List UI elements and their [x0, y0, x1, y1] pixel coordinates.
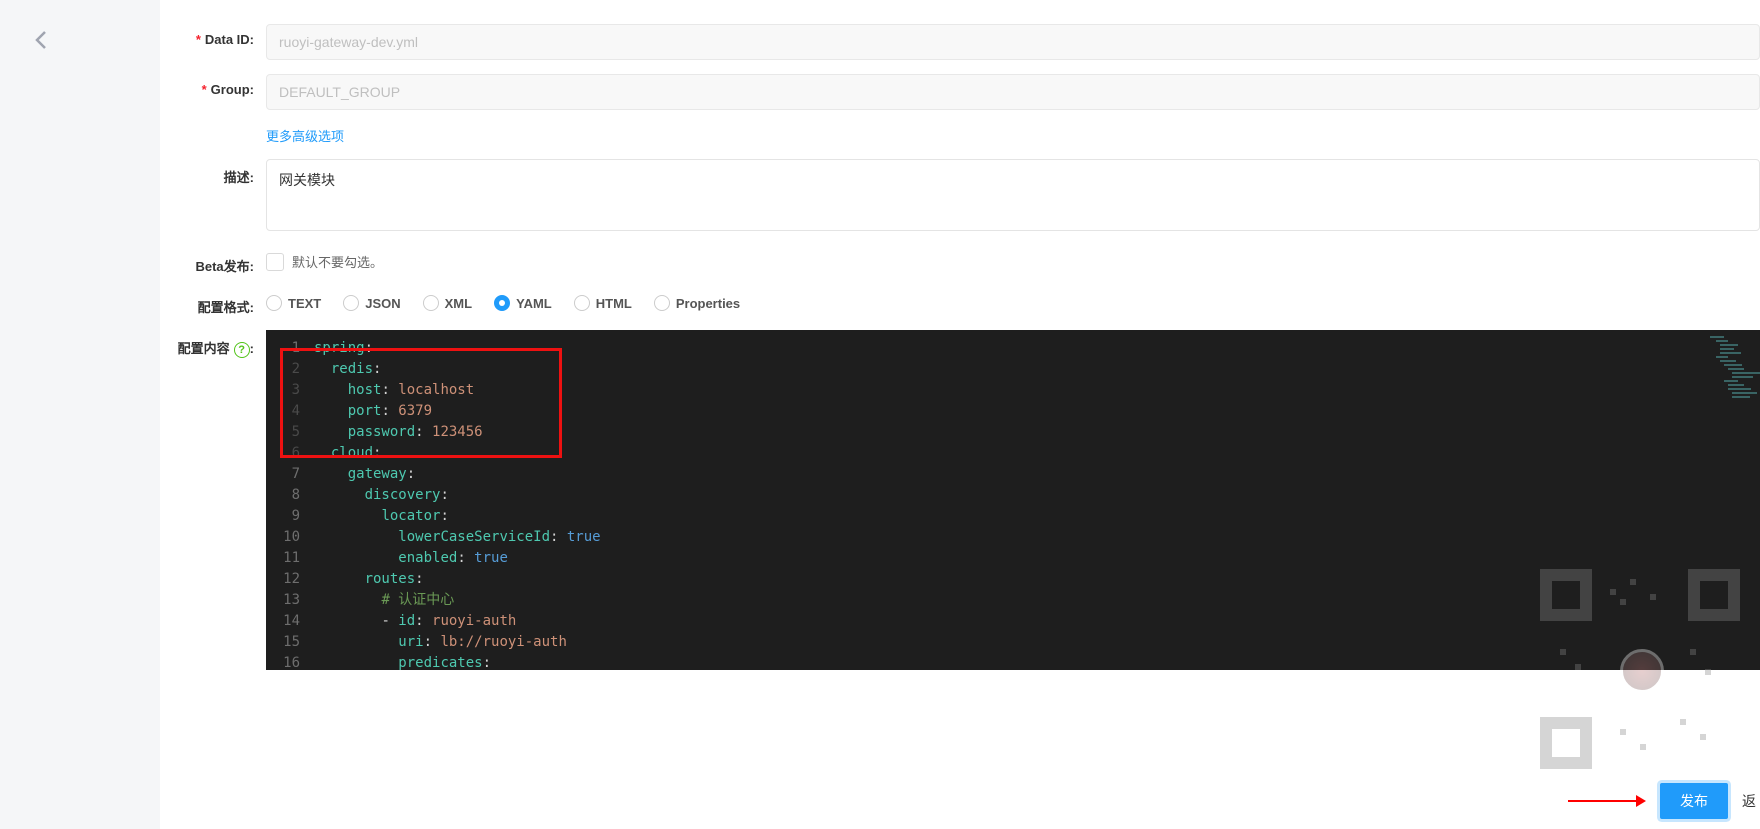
- beta-label: Beta发布:: [176, 248, 266, 275]
- group-label: *Group:: [176, 74, 266, 97]
- radio-label: Properties: [676, 296, 740, 311]
- code-editor[interactable]: 12345678910111213141516 spring: redis: h…: [266, 330, 1760, 670]
- footer: 发布 返: [1566, 783, 1760, 819]
- radio-icon: [266, 295, 282, 311]
- format-radio-html[interactable]: HTML: [574, 295, 632, 311]
- radio-label: TEXT: [288, 296, 321, 311]
- format-label: 配置格式:: [176, 289, 266, 316]
- desc-textarea[interactable]: 网关模块: [266, 159, 1760, 231]
- radio-label: YAML: [516, 296, 552, 311]
- format-radio-xml[interactable]: XML: [423, 295, 472, 311]
- format-radio-properties[interactable]: Properties: [654, 295, 740, 311]
- radio-icon: [423, 295, 439, 311]
- back-button[interactable]: [30, 28, 54, 52]
- radio-label: JSON: [365, 296, 400, 311]
- format-radio-group: TEXT JSON XML YAML HTML Properties: [266, 289, 1760, 311]
- beta-hint: 默认不要勾选。: [292, 252, 383, 271]
- more-options-link[interactable]: 更多高级选项: [266, 124, 344, 145]
- radio-icon: [654, 295, 670, 311]
- data-id-label: *Data ID:: [176, 24, 266, 47]
- content-label: 配置内容?:: [176, 330, 266, 358]
- format-radio-text[interactable]: TEXT: [266, 295, 321, 311]
- radio-label: HTML: [596, 296, 632, 311]
- desc-label: 描述:: [176, 159, 266, 186]
- return-button[interactable]: 返: [1742, 791, 1756, 811]
- radio-icon: [494, 295, 510, 311]
- publish-button[interactable]: 发布: [1660, 783, 1728, 819]
- left-sidebar: [0, 0, 160, 829]
- config-form: *Data ID: *Group: 更多高级选项 描述: 网关模块 Beta发布…: [176, 24, 1760, 684]
- radio-label: XML: [445, 296, 472, 311]
- editor-minimap: [1710, 336, 1756, 426]
- radio-icon: [343, 295, 359, 311]
- radio-icon: [574, 295, 590, 311]
- editor-code[interactable]: spring: redis: host: localhost port: 637…: [314, 338, 601, 670]
- chevron-left-icon: [30, 28, 54, 52]
- arrow-icon: [1566, 791, 1646, 811]
- editor-gutter: 12345678910111213141516: [266, 338, 310, 670]
- beta-checkbox[interactable]: [266, 253, 284, 271]
- help-icon[interactable]: ?: [234, 342, 250, 358]
- format-radio-yaml[interactable]: YAML: [494, 295, 552, 311]
- group-input[interactable]: [266, 74, 1760, 110]
- format-radio-json[interactable]: JSON: [343, 295, 400, 311]
- data-id-input[interactable]: [266, 24, 1760, 60]
